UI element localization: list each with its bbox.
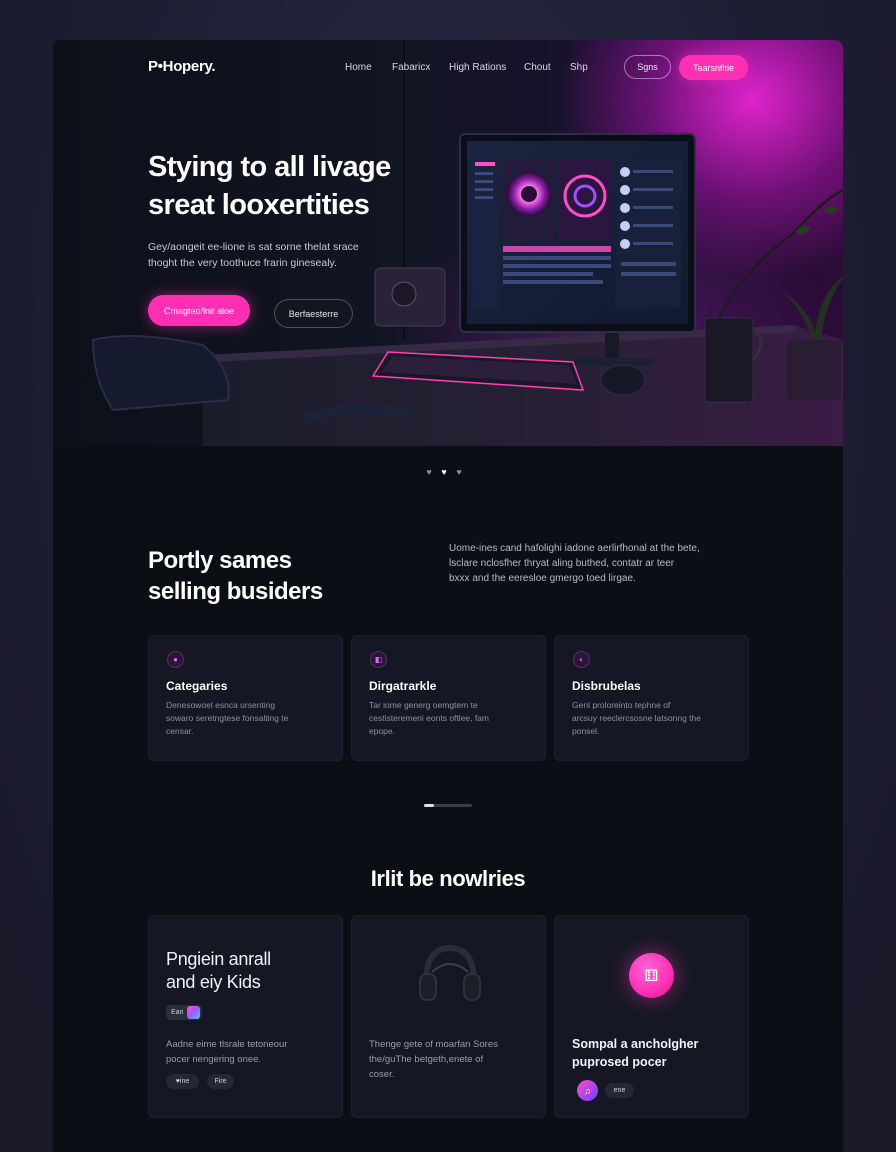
- half-circle-icon: ◐: [573, 651, 590, 668]
- cards-scroll-indicator[interactable]: [424, 804, 472, 807]
- nav-link-fabaricx[interactable]: Fabaricx: [392, 62, 449, 73]
- dot-icon: ●: [167, 651, 184, 668]
- showcase-card-body: Aadne eime tlsrale tetoneour pocer nenge…: [166, 1037, 287, 1067]
- nav-cta-button[interactable]: Taarsnfitie: [679, 55, 748, 80]
- hero-secondary-button[interactable]: Berfaesterre: [274, 299, 353, 328]
- showcase-body-line: Thenge gete of moarfan Sores: [369, 1039, 498, 1050]
- brand-logo[interactable]: P•Hopery.: [148, 58, 216, 75]
- nav-link-shp[interactable]: Shp: [570, 62, 610, 73]
- app-chip: Ean: [166, 1005, 202, 1020]
- feature-card-title: Disbrubelas: [572, 679, 641, 693]
- feature-card-line: Tar iome generg oemgtem te: [369, 700, 478, 710]
- section-two-title-line: Portly sames: [148, 547, 292, 574]
- carousel-dot-2-active[interactable]: ♥: [440, 468, 448, 477]
- feature-card-categaries[interactable]: ● Categaries Denesowoel esnca ursenting …: [148, 635, 343, 761]
- section-two-description: Uome-ines cand hafolighi iadone aerlirfh…: [449, 541, 749, 586]
- square-icon: ◧: [370, 651, 387, 668]
- carousel-dot-1[interactable]: ♥: [425, 468, 433, 477]
- showcase-title-line: and eiy Kids: [166, 972, 261, 992]
- section-three-title: Irlit be nowlries: [370, 866, 526, 891]
- showcase-card-three[interactable]: ⚅ Sompal a ancholgher puprosed pocer ♫ e…: [554, 915, 749, 1118]
- music-avatar-icon[interactable]: ♫: [577, 1080, 598, 1101]
- nav-links: Home Fabaricx High Rations Chout Shp: [345, 62, 610, 73]
- showcase-card-title: Pngiein anrall and eiy Kids: [166, 948, 271, 994]
- feature-cards: ● Categaries Denesowoel esnca ursenting …: [148, 635, 749, 761]
- showcase-card-title: Sompal a ancholgher puprosed pocer: [572, 1035, 698, 1071]
- carousel-dot-3[interactable]: ♥: [455, 468, 463, 477]
- showcase-card-body: Thenge gete of moarfan Sores the/guThe b…: [369, 1037, 498, 1082]
- feature-card-line: arcsuy reeclercsosne latsonng the: [572, 713, 701, 723]
- hero-title-line: sreat looxertities: [148, 189, 370, 221]
- game-icon: ⚅: [629, 953, 674, 998]
- hero-subtitle: Gey/aongeit ee-lione is sat sorne thelat…: [148, 239, 408, 271]
- nav-link-chout[interactable]: Chout: [524, 62, 570, 73]
- headphones-icon: [419, 944, 481, 1001]
- nav-link-home[interactable]: Home: [345, 62, 392, 73]
- feature-card-line: Denesowoel esnca ursenting: [166, 700, 276, 710]
- section-two-desc-line: lsclare nclosfher thryat aling buthed, c…: [449, 558, 675, 569]
- nav-link-high-rations[interactable]: High Rations: [449, 62, 524, 73]
- feature-card-body: Denesowoel esnca ursenting sowaro seretn…: [166, 699, 331, 738]
- feature-card-dirgatrarkle[interactable]: ◧ Dirgatrarkle Tar iome generg oemgtem t…: [351, 635, 546, 761]
- signin-button[interactable]: Sgns: [624, 55, 671, 79]
- feature-card-line: sowaro seretngtese fonsalting te: [166, 713, 289, 723]
- hero-subtitle-line: thoght the very toothuce frarin gineseal…: [148, 257, 337, 269]
- hero-section: P•Hopery. Home Fabaricx High Rations Cho…: [53, 40, 843, 446]
- top-navigation: P•Hopery. Home Fabaricx High Rations Cho…: [53, 40, 843, 100]
- hero-subtitle-line: Gey/aongeit ee-lione is sat sorne thelat…: [148, 241, 359, 253]
- scroll-indicator-thumb[interactable]: [424, 804, 434, 807]
- showcase-card-one[interactable]: Pngiein anrall and eiy Kids Ean Aadne ei…: [148, 915, 343, 1118]
- showcase-title-line: Sompal a ancholgher: [572, 1037, 699, 1051]
- feature-card-body: Genl proloreinto tephne of arcsuy reecle…: [572, 699, 737, 738]
- showcase-body-line: coser.: [369, 1069, 395, 1080]
- showcase-title-line: Pngiein anrall: [166, 949, 271, 969]
- feature-card-disbrubelas[interactable]: ◐ Disbrubelas Genl proloreinto tephne of…: [554, 635, 749, 761]
- feature-card-line: cestisteremeni eonts oftlee, fam: [369, 713, 490, 723]
- showcase-body-line: pocer nengering onee.: [166, 1054, 262, 1065]
- tag-fire[interactable]: Fire: [207, 1074, 234, 1089]
- tag-ene[interactable]: ene: [605, 1083, 634, 1098]
- feature-card-title: Categaries: [166, 679, 228, 693]
- showcase-title-line: puprosed pocer: [572, 1055, 667, 1069]
- showcase-cards: Pngiein anrall and eiy Kids Ean Aadne ei…: [148, 915, 749, 1118]
- showcase-body-line: the/guThe betgeth,enete of: [369, 1054, 484, 1065]
- page-frame: P•Hopery. Home Fabaricx High Rations Cho…: [53, 40, 843, 1152]
- hero-title: Stying to all livage sreat looxertities: [148, 148, 448, 224]
- feature-card-body: Tar iome generg oemgtem te cestisteremen…: [369, 699, 534, 738]
- showcase-body-line: Aadne eime tlsrale tetoneour: [166, 1039, 288, 1050]
- feature-card-line: censar.: [166, 726, 194, 736]
- feature-card-title: Dirgatrarkle: [369, 679, 437, 693]
- app-chip-label: Ean: [171, 1009, 184, 1016]
- section-two-title: Portly sames selling busiders: [148, 545, 323, 607]
- section-two-desc-line: bxxx and the eeresloe gmergo toed lirgae…: [449, 573, 636, 584]
- section-two-desc-line: Uome-ines cand hafolighi iadone aerlirfh…: [449, 543, 700, 554]
- feature-card-line: ponsel.: [572, 726, 600, 736]
- carousel-dots: ♥ ♥ ♥: [425, 468, 463, 477]
- hero-title-line: Stying to all livage: [148, 151, 391, 183]
- section-two-title-line: selling busiders: [148, 578, 323, 605]
- app-gradient-icon: [187, 1006, 200, 1019]
- tag-heart[interactable]: ♥ine: [166, 1074, 199, 1089]
- feature-card-line: Genl proloreinto tephne of: [572, 700, 671, 710]
- feature-card-line: epope.: [369, 726, 395, 736]
- hero-primary-button[interactable]: Cmagteo/lnit aloe: [148, 295, 250, 326]
- showcase-card-two[interactable]: Thenge gete of moarfan Sores the/guThe b…: [351, 915, 546, 1118]
